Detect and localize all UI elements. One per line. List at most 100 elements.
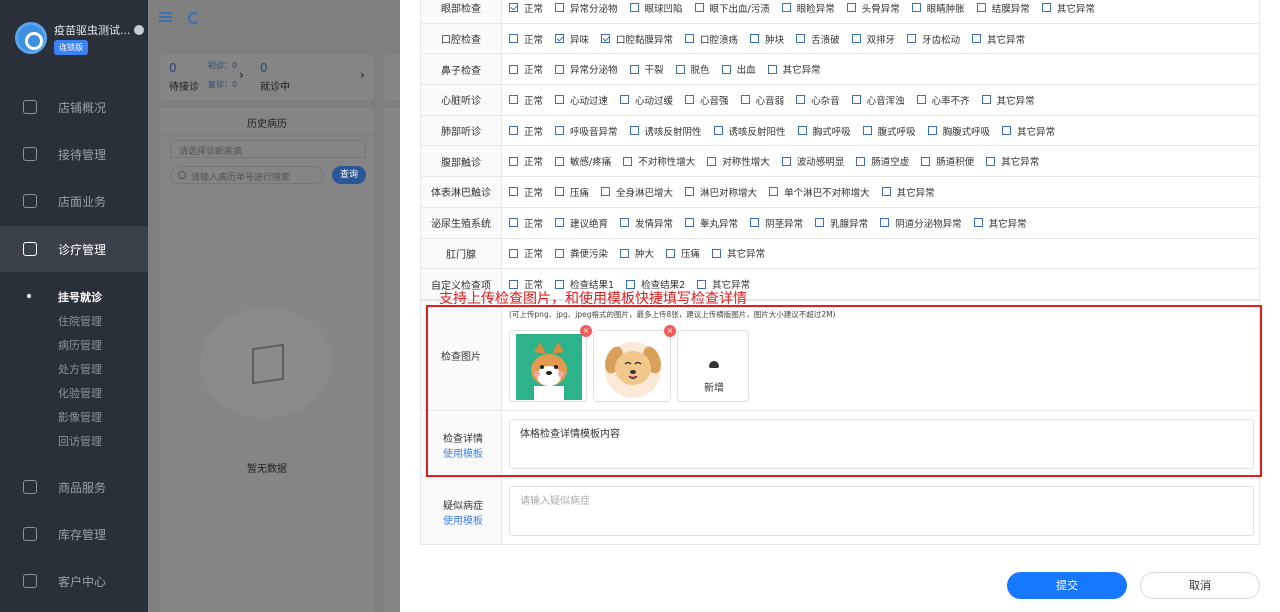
- sidebar-nav-item[interactable]: 商品服务: [0, 464, 148, 510]
- checkbox-icon[interactable]: [712, 248, 722, 258]
- checkbox-icon[interactable]: [796, 34, 806, 44]
- add-image-button[interactable]: 新增: [677, 330, 749, 402]
- exam-option[interactable]: 心音弱: [740, 93, 784, 107]
- exam-option[interactable]: 腹式呼吸: [862, 124, 916, 138]
- exam-option[interactable]: 眼下出血/污渍: [694, 1, 770, 15]
- exam-option[interactable]: 正常: [509, 185, 543, 199]
- exam-option[interactable]: 胸腹式呼吸: [927, 124, 990, 138]
- checkbox-icon[interactable]: [781, 3, 791, 13]
- sidebar-sub-item[interactable]: 回访管理: [58, 433, 102, 449]
- exam-option[interactable]: 诱咳反射阳性: [713, 124, 786, 138]
- checkbox-icon[interactable]: [973, 218, 983, 228]
- exam-option[interactable]: 其它异常: [972, 32, 1025, 46]
- checkbox-icon[interactable]: [976, 3, 986, 13]
- exam-option[interactable]: 异常分泌物: [555, 62, 618, 76]
- exam-option[interactable]: 敏感/疼痛: [555, 154, 611, 168]
- checkbox-icon[interactable]: [713, 126, 723, 136]
- checkbox-icon[interactable]: [629, 126, 639, 136]
- checkbox-icon[interactable]: [796, 95, 806, 105]
- checkbox-icon[interactable]: [721, 64, 731, 74]
- checkbox-icon[interactable]: [851, 95, 861, 105]
- cancel-button[interactable]: 取消: [1140, 572, 1260, 599]
- exam-option[interactable]: 心音浑浊: [851, 93, 905, 107]
- checkbox-icon[interactable]: [972, 34, 982, 44]
- delete-image-icon[interactable]: ×: [580, 325, 592, 337]
- checkbox-icon[interactable]: [694, 3, 704, 13]
- chevron-right-icon[interactable]: ›: [239, 68, 244, 82]
- exam-option[interactable]: 其它异常: [767, 62, 821, 76]
- checkbox-icon[interactable]: [781, 156, 791, 166]
- checkbox-icon[interactable]: [1002, 126, 1012, 136]
- checkbox-icon[interactable]: [555, 218, 565, 228]
- exam-option[interactable]: 压痛: [555, 185, 589, 199]
- checkbox-checked-icon[interactable]: [601, 34, 611, 44]
- checkbox-icon[interactable]: [555, 126, 565, 136]
- exam-option[interactable]: 眼睛肿胀: [911, 1, 965, 15]
- checkbox-icon[interactable]: [555, 156, 565, 166]
- checkbox-icon[interactable]: [769, 187, 779, 197]
- exam-option[interactable]: 其它异常: [1002, 124, 1055, 138]
- checkbox-icon[interactable]: [846, 3, 856, 13]
- exam-option[interactable]: 出血: [721, 62, 756, 76]
- exam-option[interactable]: 其它异常: [1041, 1, 1095, 15]
- detail-template-link[interactable]: 使用模板: [443, 445, 483, 460]
- exam-image-thumb[interactable]: ×: [593, 325, 676, 402]
- checkbox-icon[interactable]: [555, 248, 565, 258]
- checkbox-icon[interactable]: [509, 64, 518, 74]
- checkbox-icon[interactable]: [601, 187, 611, 197]
- checkbox-icon[interactable]: [509, 126, 518, 136]
- exam-option[interactable]: 正常: [509, 124, 543, 138]
- checkbox-icon[interactable]: [981, 95, 991, 105]
- exam-option[interactable]: 心动过速: [555, 93, 608, 107]
- checkbox-icon[interactable]: [685, 95, 695, 105]
- checkbox-icon[interactable]: [555, 64, 565, 74]
- exam-option[interactable]: 正常: [509, 246, 543, 260]
- record-search-input[interactable]: 请输入病历单号进行搜索: [170, 166, 324, 184]
- checkbox-icon[interactable]: [509, 34, 518, 44]
- detail-textarea[interactable]: 体格检查详情模板内容: [509, 419, 1254, 469]
- sidebar-sub-item[interactable]: 挂号就诊: [58, 289, 102, 305]
- checkbox-icon[interactable]: [797, 126, 807, 136]
- checkbox-icon[interactable]: [509, 156, 518, 166]
- sidebar-sub-item[interactable]: 病历管理: [58, 337, 102, 353]
- checkbox-icon[interactable]: [685, 218, 695, 228]
- delete-image-icon[interactable]: ×: [664, 325, 676, 337]
- checkbox-icon[interactable]: [629, 3, 639, 13]
- store-name[interactable]: 疫苗驱虫测试...: [54, 22, 144, 38]
- sidebar-nav-item[interactable]: 店铺概况: [0, 84, 148, 130]
- sidebar-nav-item[interactable]: 店面业务: [0, 178, 148, 224]
- checkbox-icon[interactable]: [623, 156, 633, 166]
- sidebar-sub-item[interactable]: 住院管理: [58, 313, 102, 329]
- exam-option[interactable]: 其它异常: [881, 185, 935, 199]
- exam-option[interactable]: 正常: [509, 62, 543, 76]
- exam-option[interactable]: 正常: [509, 216, 543, 230]
- exam-option[interactable]: 其它异常: [973, 216, 1027, 230]
- checkbox-icon[interactable]: [509, 95, 518, 105]
- exam-option[interactable]: 对称性增大: [707, 154, 770, 168]
- checkbox-icon[interactable]: [851, 34, 861, 44]
- exam-option[interactable]: 淋巴对称增大: [685, 185, 757, 199]
- sidebar-nav-item[interactable]: 客户中心: [0, 558, 148, 604]
- exam-option[interactable]: 头骨异常: [846, 1, 900, 15]
- refresh-icon[interactable]: [188, 12, 200, 24]
- checkbox-icon[interactable]: [1041, 3, 1051, 13]
- exam-option[interactable]: 异常分泌物: [555, 1, 618, 15]
- diagnosis-select[interactable]: 请选择诊断疾病: [170, 140, 366, 158]
- checkbox-icon[interactable]: [707, 156, 717, 166]
- exam-option[interactable]: 单个淋巴不对称增大: [769, 185, 870, 199]
- exam-option[interactable]: 发情异常: [620, 216, 673, 230]
- exam-option[interactable]: 心动过缓: [620, 93, 673, 107]
- checkbox-icon[interactable]: [911, 3, 921, 13]
- checkbox-icon[interactable]: [907, 34, 917, 44]
- checkbox-icon[interactable]: [555, 95, 565, 105]
- exam-option[interactable]: 正常: [509, 154, 543, 168]
- chevron-right-icon[interactable]: ›: [360, 68, 365, 82]
- exam-option[interactable]: 异味: [555, 32, 589, 46]
- exam-option[interactable]: 肠道积便: [921, 154, 974, 168]
- exam-option[interactable]: 肿块: [750, 32, 784, 46]
- checkbox-icon[interactable]: [620, 95, 630, 105]
- exam-option[interactable]: 心率不齐: [916, 93, 970, 107]
- exam-option[interactable]: 乳腺异常: [815, 216, 868, 230]
- exam-option[interactable]: 正常: [509, 93, 543, 107]
- menu-toggle-icon[interactable]: [159, 12, 172, 22]
